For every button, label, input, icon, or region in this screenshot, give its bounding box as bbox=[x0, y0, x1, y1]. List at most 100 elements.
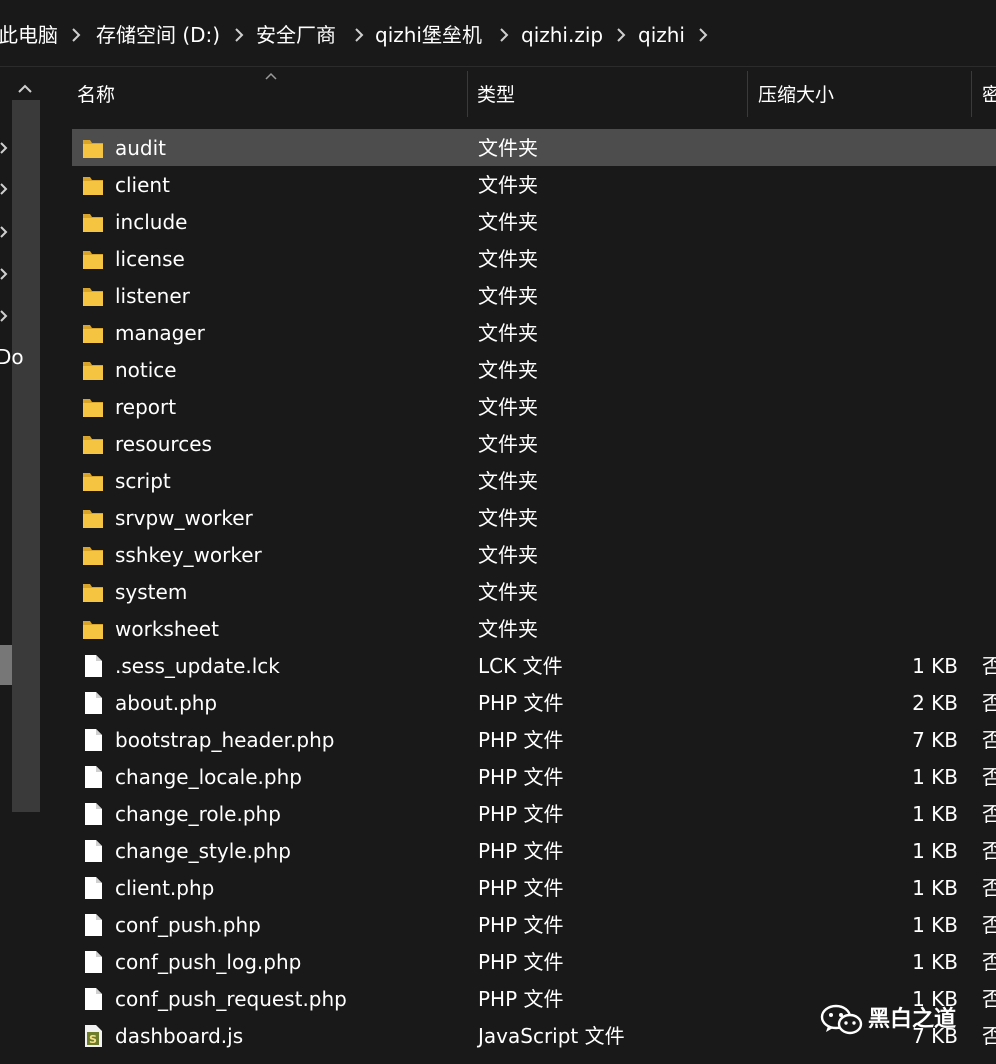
file-row[interactable]: listener 文件夹 bbox=[72, 277, 996, 314]
file-type: 文件夹 bbox=[478, 358, 538, 382]
file-name[interactable]: audit bbox=[115, 133, 166, 163]
breadcrumb-qizhi-bastion[interactable]: qizhi堡垒机 bbox=[375, 20, 482, 50]
file-row[interactable]: notice 文件夹 bbox=[72, 351, 996, 388]
column-divider[interactable] bbox=[971, 71, 972, 117]
expand-arrow-icon[interactable] bbox=[0, 223, 8, 238]
chevron-right-icon[interactable] bbox=[495, 26, 513, 44]
breadcrumb-drive-d[interactable]: 存储空间 (D:) bbox=[96, 20, 220, 50]
file-name[interactable]: system bbox=[115, 577, 187, 607]
file-name[interactable]: manager bbox=[115, 318, 205, 348]
breadcrumb-this-pc[interactable]: 此电脑 bbox=[0, 20, 58, 50]
file-name[interactable]: report bbox=[115, 392, 176, 422]
file-row[interactable]: change_role.php PHP 文件 1 KB 否 bbox=[72, 795, 996, 832]
file-type: 文件夹 bbox=[478, 210, 538, 234]
svg-text:S: S bbox=[89, 1033, 97, 1046]
file-row[interactable]: system 文件夹 bbox=[72, 573, 996, 610]
chevron-right-icon[interactable] bbox=[350, 26, 368, 44]
scroll-up-arrow-icon[interactable] bbox=[14, 80, 36, 98]
column-header-name[interactable]: 名称 bbox=[77, 81, 115, 109]
nav-item-label[interactable]: Do bbox=[0, 345, 24, 369]
wechat-icon bbox=[820, 1004, 863, 1035]
file-row[interactable]: about.php PHP 文件 2 KB 否 bbox=[72, 684, 996, 721]
file-compressed-size: 1 KB bbox=[912, 913, 958, 937]
file-name[interactable]: worksheet bbox=[115, 614, 219, 644]
file-name[interactable]: script bbox=[115, 466, 171, 496]
column-divider[interactable] bbox=[467, 71, 468, 117]
file-row[interactable]: change_style.php PHP 文件 1 KB 否 bbox=[72, 832, 996, 869]
file-name[interactable]: conf_push_log.php bbox=[115, 947, 301, 977]
breadcrumb-qizhi-zip[interactable]: qizhi.zip bbox=[521, 20, 603, 50]
navigation-pane[interactable]: Do bbox=[0, 67, 42, 1064]
file-row[interactable]: srvpw_worker 文件夹 bbox=[72, 499, 996, 536]
file-row[interactable]: bootstrap_header.php PHP 文件 7 KB 否 bbox=[72, 721, 996, 758]
file-row[interactable]: sshkey_worker 文件夹 bbox=[72, 536, 996, 573]
file-name[interactable]: change_style.php bbox=[115, 836, 291, 866]
file-name[interactable]: resources bbox=[115, 429, 212, 459]
file-row[interactable]: manager 文件夹 bbox=[72, 314, 996, 351]
file-type: 文件夹 bbox=[478, 173, 538, 197]
file-name[interactable]: about.php bbox=[115, 688, 217, 718]
folder-icon bbox=[82, 617, 104, 641]
nav-selected-item[interactable] bbox=[0, 645, 12, 685]
breadcrumb-security-vendors[interactable]: 安全厂商 bbox=[256, 20, 336, 50]
file-compressed-size: 1 KB bbox=[912, 802, 958, 826]
column-header-compressed-size[interactable]: 压缩大小 bbox=[758, 81, 834, 109]
folder-icon bbox=[82, 247, 104, 271]
file-name[interactable]: notice bbox=[115, 355, 177, 385]
file-name[interactable]: dashboard.js bbox=[115, 1021, 243, 1051]
file-name[interactable]: change_locale.php bbox=[115, 762, 302, 792]
file-name[interactable]: srvpw_worker bbox=[115, 503, 253, 533]
file-row[interactable]: conf_push_log.php PHP 文件 1 KB 否 bbox=[72, 943, 996, 980]
file-type: 文件夹 bbox=[478, 432, 538, 456]
file-row[interactable]: script 文件夹 bbox=[72, 462, 996, 499]
file-row[interactable]: .sess_update.lck LCK 文件 1 KB 否 bbox=[72, 647, 996, 684]
folder-icon bbox=[82, 210, 104, 234]
file-name[interactable]: change_role.php bbox=[115, 799, 281, 829]
column-header-type[interactable]: 类型 bbox=[477, 81, 515, 109]
chevron-right-icon[interactable] bbox=[67, 26, 85, 44]
file-name[interactable]: conf_push.php bbox=[115, 910, 261, 940]
file-encrypted: 否 bbox=[982, 765, 996, 789]
folder-icon bbox=[82, 358, 104, 382]
file-name[interactable]: conf_push_request.php bbox=[115, 984, 347, 1014]
expand-arrow-icon[interactable] bbox=[0, 180, 8, 195]
file-name[interactable]: sshkey_worker bbox=[115, 540, 262, 570]
file-name[interactable]: client bbox=[115, 170, 170, 200]
file-name[interactable]: bootstrap_header.php bbox=[115, 725, 335, 755]
address-bar[interactable]: 此电脑 存储空间 (D:) 安全厂商 qizhi堡垒机 qizhi.zip qi… bbox=[0, 0, 996, 67]
column-header-encrypted[interactable]: 密 bbox=[982, 81, 996, 109]
chevron-right-icon[interactable] bbox=[230, 26, 248, 44]
expand-arrow-icon[interactable] bbox=[0, 139, 8, 154]
file-type: 文件夹 bbox=[478, 136, 538, 160]
chevron-right-icon[interactable] bbox=[612, 26, 630, 44]
file-row[interactable]: include 文件夹 bbox=[72, 203, 996, 240]
folder-icon bbox=[82, 321, 104, 345]
file-name[interactable]: .sess_update.lck bbox=[115, 651, 280, 681]
file-encrypted: 否 bbox=[982, 876, 996, 900]
file-row[interactable]: license 文件夹 bbox=[72, 240, 996, 277]
file-row[interactable]: audit 文件夹 bbox=[72, 129, 996, 166]
file-row[interactable]: change_locale.php PHP 文件 1 KB 否 bbox=[72, 758, 996, 795]
file-row[interactable]: client.php PHP 文件 1 KB 否 bbox=[72, 869, 996, 906]
js-file-icon: S bbox=[82, 1024, 104, 1048]
file-name[interactable]: client.php bbox=[115, 873, 214, 903]
file-row[interactable]: resources 文件夹 bbox=[72, 425, 996, 462]
file-compressed-size: 1 KB bbox=[912, 765, 958, 789]
file-icon bbox=[82, 802, 104, 826]
file-row[interactable]: conf_push.php PHP 文件 1 KB 否 bbox=[72, 906, 996, 943]
file-row[interactable]: worksheet 文件夹 bbox=[72, 610, 996, 647]
file-icon bbox=[82, 876, 104, 900]
breadcrumb-qizhi[interactable]: qizhi bbox=[638, 20, 685, 50]
expand-arrow-icon[interactable] bbox=[0, 307, 8, 322]
nav-scrollbar-thumb[interactable] bbox=[12, 100, 40, 812]
file-name[interactable]: listener bbox=[115, 281, 190, 311]
file-row[interactable]: report 文件夹 bbox=[72, 388, 996, 425]
column-divider[interactable] bbox=[747, 71, 748, 117]
sort-ascending-icon bbox=[265, 72, 277, 80]
file-row[interactable]: client 文件夹 bbox=[72, 166, 996, 203]
file-type: PHP 文件 bbox=[478, 913, 564, 937]
file-name[interactable]: license bbox=[115, 244, 185, 274]
expand-arrow-icon[interactable] bbox=[0, 265, 8, 280]
chevron-right-icon[interactable] bbox=[694, 26, 712, 44]
file-name[interactable]: include bbox=[115, 207, 187, 237]
